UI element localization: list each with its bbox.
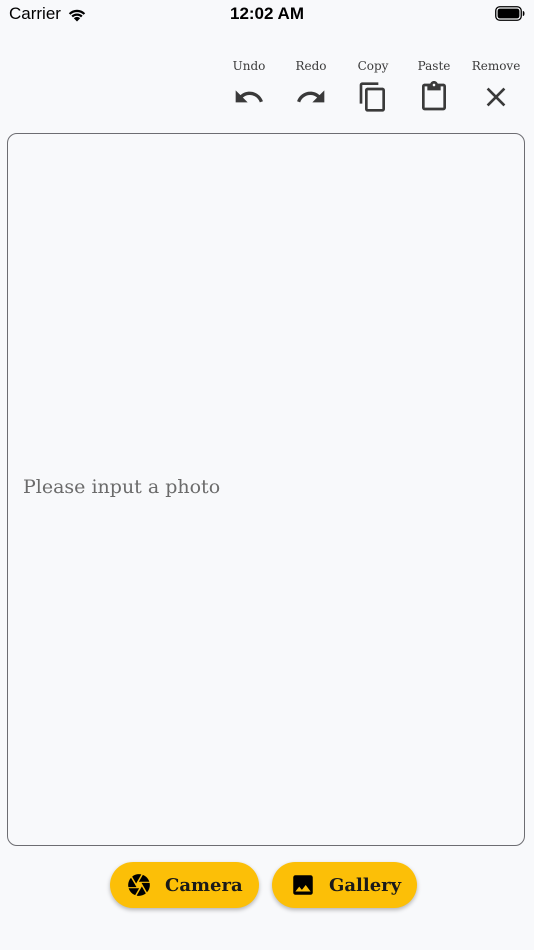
edit-toolbar: Undo Redo Copy Paste Remove (0, 58, 534, 118)
undo-label: Undo (232, 59, 266, 73)
status-bar: Carrier 12:02 AM (0, 0, 534, 28)
camera-button[interactable]: Camera (110, 862, 259, 908)
redo-button[interactable]: Redo (280, 58, 342, 113)
undo-button[interactable]: Undo (218, 58, 280, 113)
camera-button-label: Camera (165, 874, 243, 896)
copy-button[interactable]: Copy (342, 58, 404, 113)
battery-icon (495, 6, 525, 21)
copy-label: Copy (357, 59, 389, 73)
image-icon (293, 875, 313, 895)
paste-label: Paste (417, 59, 451, 73)
remove-label: Remove (471, 59, 521, 73)
gallery-button[interactable]: Gallery (272, 862, 417, 908)
photo-area[interactable]: Please input a photo (7, 133, 525, 846)
paste-icon (422, 81, 446, 111)
close-icon (486, 87, 506, 107)
undo-icon (235, 90, 263, 103)
photo-placeholder: Please input a photo (23, 476, 221, 498)
copy-icon (359, 82, 385, 112)
gallery-button-label: Gallery (329, 874, 402, 896)
camera-aperture-icon (128, 874, 150, 896)
redo-icon (297, 90, 325, 103)
redo-label: Redo (295, 59, 327, 73)
paste-button[interactable]: Paste (403, 58, 465, 113)
remove-button[interactable]: Remove (465, 58, 527, 113)
status-time: 12:02 AM (229, 4, 304, 23)
